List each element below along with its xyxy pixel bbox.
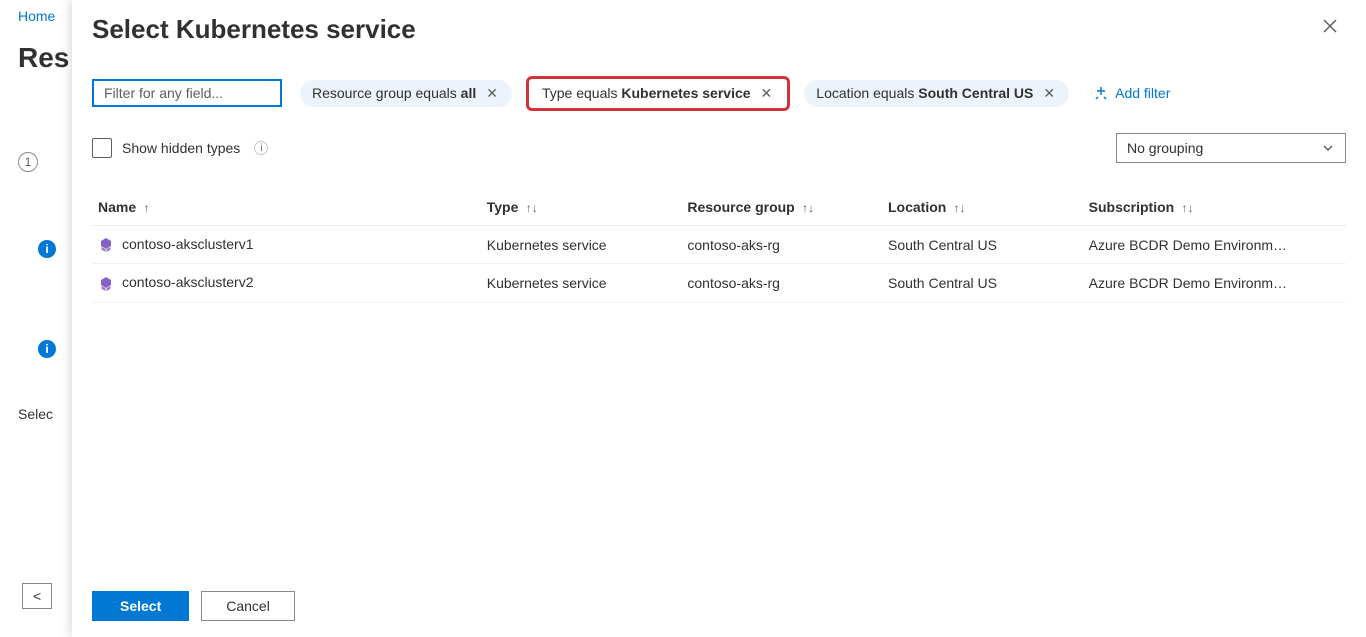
- checkbox-box[interactable]: [92, 138, 112, 158]
- table-header-row: Name ↑ Type ↑↓ Resource group ↑↓ Locatio…: [92, 191, 1346, 226]
- breadcrumb-home[interactable]: Home: [18, 8, 55, 24]
- cell-type: Kubernetes service: [481, 264, 682, 302]
- filter-pill-label: Resource group equals all: [312, 85, 476, 101]
- info-icon[interactable]: i: [254, 141, 268, 155]
- sort-asc-icon: ↑: [140, 201, 149, 215]
- column-header-type[interactable]: Type ↑↓: [481, 191, 682, 226]
- page-title: Res: [18, 42, 70, 74]
- panel-title: Select Kubernetes service: [92, 14, 416, 45]
- info-icon: i: [38, 240, 56, 258]
- close-icon: [1322, 18, 1338, 34]
- cell-location: South Central US: [882, 264, 1083, 302]
- resources-table: Name ↑ Type ↑↓ Resource group ↑↓ Locatio…: [92, 191, 1346, 303]
- cell-subscription: Azure BCDR Demo Environm…: [1083, 226, 1346, 264]
- cell-name[interactable]: contoso-aksclusterv1: [92, 226, 481, 264]
- column-header-name[interactable]: Name ↑: [92, 191, 481, 226]
- cell-resource-group: contoso-aks-rg: [681, 264, 882, 302]
- add-filter-label: Add filter: [1115, 85, 1170, 101]
- column-header-location[interactable]: Location ↑↓: [882, 191, 1083, 226]
- chevron-down-icon: [1321, 141, 1335, 155]
- cell-name[interactable]: contoso-aksclusterv2: [92, 264, 481, 302]
- sort-icon: ↑↓: [522, 201, 537, 215]
- filter-pill-location[interactable]: Location equals South Central US ✕: [804, 80, 1069, 107]
- column-header-resource-group[interactable]: Resource group ↑↓: [681, 191, 882, 226]
- info-icon: i: [38, 340, 56, 358]
- add-filter-button[interactable]: Add filter: [1087, 81, 1176, 105]
- close-button[interactable]: [1314, 14, 1346, 42]
- add-filter-icon: [1093, 85, 1109, 101]
- kubernetes-service-icon: [98, 237, 114, 253]
- table-row[interactable]: contoso-aksclusterv2Kubernetes serviceco…: [92, 264, 1346, 302]
- column-header-subscription[interactable]: Subscription ↑↓: [1083, 191, 1346, 226]
- page-behind: Home Res 1 i i Selec <: [0, 0, 70, 637]
- remove-filter-icon[interactable]: ✕: [1041, 85, 1057, 102]
- filter-pill-label: Type equals Kubernetes service: [542, 85, 751, 101]
- grouping-select[interactable]: No grouping: [1116, 133, 1346, 163]
- filter-pill-type[interactable]: Type equals Kubernetes service ✕: [530, 80, 786, 107]
- cell-type: Kubernetes service: [481, 226, 682, 264]
- prev-page-button[interactable]: <: [22, 583, 52, 609]
- remove-filter-icon[interactable]: ✕: [484, 85, 500, 102]
- step-indicator: 1: [18, 152, 38, 172]
- remove-filter-icon[interactable]: ✕: [759, 85, 775, 102]
- sort-icon: ↑↓: [799, 201, 814, 215]
- show-hidden-types-checkbox[interactable]: Show hidden types i: [92, 138, 268, 158]
- filter-input[interactable]: [92, 79, 282, 107]
- select-kubernetes-panel: Select Kubernetes service Resource group…: [72, 0, 1366, 637]
- grouping-select-value: No grouping: [1127, 140, 1203, 156]
- show-hidden-types-label: Show hidden types: [122, 140, 240, 156]
- sort-icon: ↑↓: [1178, 201, 1193, 215]
- selec-label: Selec: [18, 406, 70, 422]
- cell-resource-group: contoso-aks-rg: [681, 226, 882, 264]
- cell-location: South Central US: [882, 226, 1083, 264]
- filter-bar: Resource group equals all ✕ Type equals …: [92, 79, 1346, 107]
- sort-icon: ↑↓: [950, 201, 965, 215]
- select-button[interactable]: Select: [92, 591, 189, 621]
- filter-pill-resource-group[interactable]: Resource group equals all ✕: [300, 80, 512, 107]
- table-row[interactable]: contoso-aksclusterv1Kubernetes serviceco…: [92, 226, 1346, 264]
- cancel-button[interactable]: Cancel: [201, 591, 295, 621]
- panel-footer: Select Cancel: [92, 579, 1346, 621]
- filter-pill-label: Location equals South Central US: [816, 85, 1033, 101]
- cell-subscription: Azure BCDR Demo Environm…: [1083, 264, 1346, 302]
- kubernetes-service-icon: [98, 276, 114, 292]
